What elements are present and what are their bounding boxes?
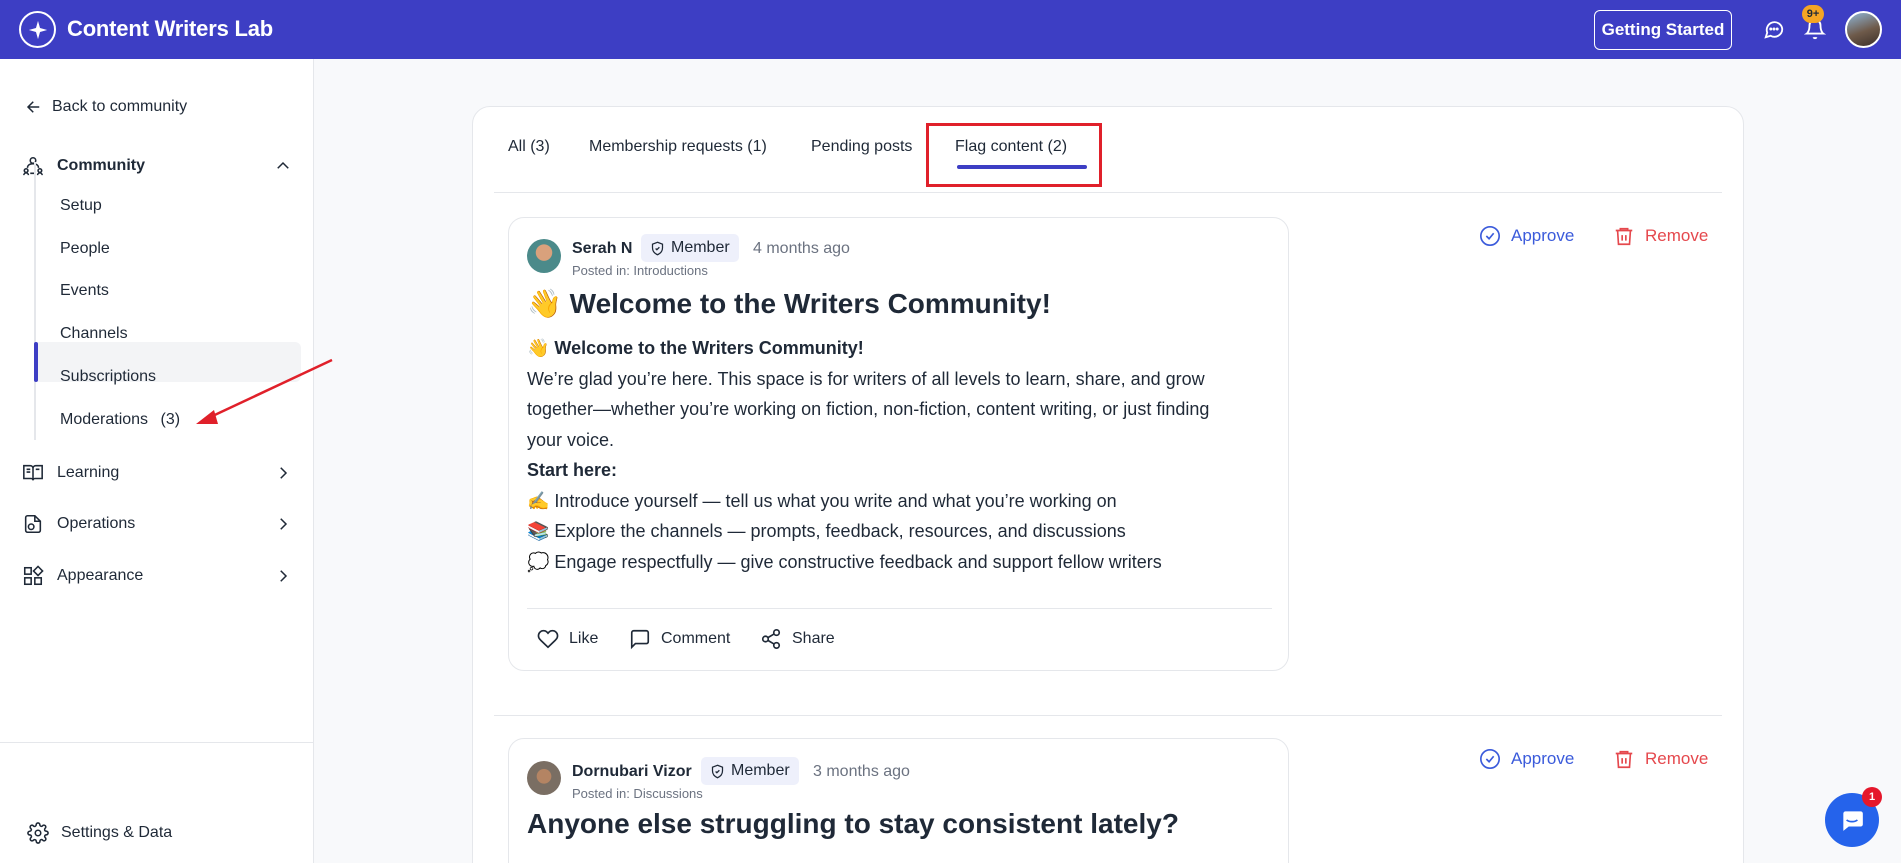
posted-in[interactable]: Posted in: Discussions <box>572 786 703 801</box>
share-button[interactable]: Share <box>760 628 835 650</box>
getting-started-button[interactable]: Getting Started <box>1594 10 1732 50</box>
comment-label: Comment <box>661 630 731 647</box>
tab-pending-posts[interactable]: Pending posts <box>811 138 912 156</box>
moderations-label: Moderations <box>60 411 149 428</box>
tabs-divider <box>494 192 1722 193</box>
body-line: Start here: <box>527 460 618 480</box>
like-label: Like <box>569 630 599 647</box>
role-label: Member <box>731 762 790 779</box>
sidebar-item-events[interactable]: Events <box>60 282 109 300</box>
role-label: Member <box>671 239 730 256</box>
settings-data-label: Settings & Data <box>61 824 173 841</box>
nav-operations-label: Operations <box>57 515 136 532</box>
remove-label: Remove <box>1645 749 1709 768</box>
post-title: 👋 Welcome to the Writers Community! <box>527 288 1051 319</box>
moderations-count: (3) <box>160 411 181 428</box>
remove-button[interactable]: Remove <box>1613 225 1708 247</box>
post-time: 3 months ago <box>813 763 910 780</box>
top-bar: Content Writers Lab Getting Started 9+ <box>0 0 1901 59</box>
tab-membership-requests[interactable]: Membership requests (1) <box>589 138 767 156</box>
body-line: 📚 Explore the channels — prompts, feedba… <box>527 521 1126 541</box>
trash-icon <box>1615 750 1633 769</box>
author-name[interactable]: Serah N <box>572 240 632 258</box>
sidebar-item-subscriptions[interactable]: Subscriptions <box>60 368 156 386</box>
posted-in[interactable]: Posted in: Introductions <box>572 263 708 278</box>
approve-button[interactable]: Approve <box>1479 225 1574 247</box>
tab-all[interactable]: All (3) <box>508 138 550 156</box>
check-circle-icon <box>1480 749 1500 769</box>
chat-unread-badge: 1 <box>1862 787 1882 807</box>
comment-button[interactable]: Comment <box>629 628 730 650</box>
body-line: together—whether you’re working on ficti… <box>527 399 1210 419</box>
appearance-icon <box>23 565 44 586</box>
messages-icon[interactable] <box>1762 17 1786 41</box>
body-line: 👋 Welcome to the Writers Community! <box>527 338 864 358</box>
shield-icon <box>711 764 724 778</box>
shield-icon <box>651 241 664 255</box>
flagged-post-card: Dornubari Vizor Member 3 months ago Post… <box>508 738 1289 863</box>
body-line: 💭 Engage respectfully — give constructiv… <box>527 551 1162 572</box>
check-circle-icon <box>1480 226 1500 246</box>
nav-community-label: Community <box>57 157 145 174</box>
nav-appearance-label: Appearance <box>57 567 144 584</box>
post-separator <box>494 715 1722 716</box>
gear-icon <box>27 822 49 844</box>
chevron-right-icon <box>280 518 288 530</box>
chevron-up-icon <box>277 161 289 169</box>
logo-icon[interactable] <box>19 11 56 48</box>
chevron-right-icon <box>280 570 288 582</box>
settings-data-link[interactable]: Settings & Data <box>27 822 172 844</box>
sidebar-item-setup[interactable]: Setup <box>60 197 102 215</box>
app-title[interactable]: Content Writers Lab <box>67 16 273 42</box>
trash-icon <box>1615 227 1633 246</box>
notifications-badge: 9+ <box>1802 5 1824 23</box>
nav-learning[interactable]: Learning <box>22 462 292 484</box>
sub-nav-line <box>34 162 36 440</box>
community-icon <box>23 156 43 176</box>
remove-button[interactable]: Remove <box>1613 748 1708 770</box>
sidebar-item-moderations[interactable]: Moderations (3) <box>60 411 180 429</box>
back-to-community-label: Back to community <box>52 98 188 115</box>
back-to-community-link[interactable]: Back to community <box>25 98 187 116</box>
post-time: 4 months ago <box>753 240 850 257</box>
role-badge: Member <box>641 234 739 262</box>
approve-label: Approve <box>1511 226 1575 245</box>
approve-label: Approve <box>1511 749 1575 768</box>
active-item-indicator <box>34 342 38 382</box>
chat-icon <box>1843 811 1863 831</box>
nav-operations[interactable]: Operations <box>22 513 292 535</box>
arrow-left-icon <box>26 101 40 113</box>
author-avatar[interactable] <box>527 239 561 273</box>
user-avatar[interactable] <box>1845 11 1882 48</box>
nav-appearance[interactable]: Appearance <box>22 565 292 587</box>
body-line: We’re glad you’re here. This space is fo… <box>527 368 1205 389</box>
comment-icon <box>630 629 650 650</box>
sidebar-item-people[interactable]: People <box>60 240 110 258</box>
highlight-box <box>926 123 1102 187</box>
heart-icon <box>537 629 559 649</box>
role-badge: Member <box>701 757 799 785</box>
remove-label: Remove <box>1645 226 1709 245</box>
flagged-post-card: Serah N Member 4 months ago Posted in: I… <box>508 217 1289 671</box>
post-title: Anyone else struggling to stay consisten… <box>527 808 1179 839</box>
post-divider <box>527 608 1272 609</box>
author-avatar[interactable] <box>527 761 561 795</box>
nav-learning-label: Learning <box>57 464 120 481</box>
chevron-right-icon <box>280 467 288 479</box>
like-button[interactable]: Like <box>537 628 598 650</box>
share-label: Share <box>792 630 835 647</box>
share-icon <box>761 629 781 649</box>
body-line: ✍️ Introduce yourself — tell us what you… <box>527 490 1117 511</box>
book-icon <box>23 464 43 481</box>
body-line: your voice. <box>527 429 615 450</box>
author-name[interactable]: Dornubari Vizor <box>572 763 692 781</box>
operations-icon <box>24 514 42 534</box>
annotation-arrow <box>196 358 333 424</box>
post-body: 👋 Welcome to the Writers Community! We’r… <box>527 333 1277 577</box>
sidebar-footer <box>0 742 314 804</box>
nav-community[interactable]: Community <box>22 155 292 177</box>
approve-button[interactable]: Approve <box>1479 748 1574 770</box>
sidebar-item-channels[interactable]: Channels <box>60 325 128 343</box>
